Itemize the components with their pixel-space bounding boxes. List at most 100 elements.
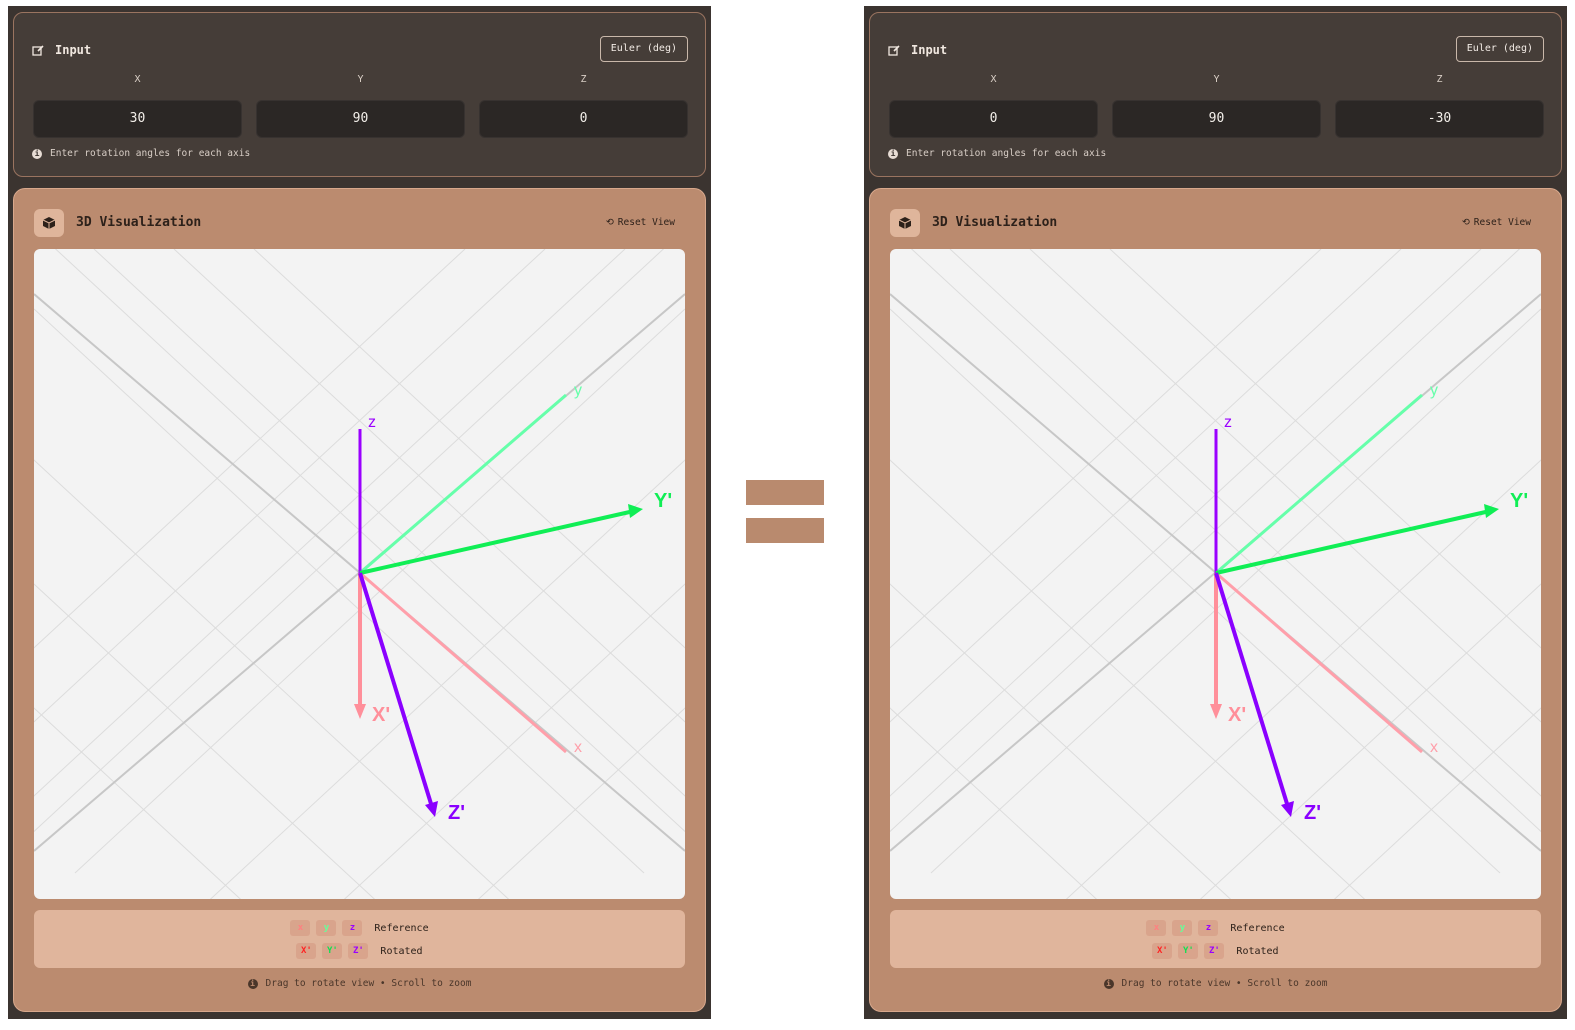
ref-y-label: y (574, 382, 582, 399)
ref-y-axis (359, 393, 567, 575)
z-angle-input[interactable]: -30 (1335, 100, 1544, 138)
legend-chip-zp: Z' (1204, 943, 1225, 959)
legend-chip-yp: Y' (1178, 943, 1199, 959)
visualization-title: 3D Visualization (932, 215, 1058, 230)
input-card: Input Euler (deg) X Y Z 30 90 0 i Enter … (13, 12, 706, 177)
axis-legend: x y z Reference X' Y' Z' Rotated (890, 910, 1541, 968)
euler-mode-button[interactable]: Euler (deg) (1455, 36, 1544, 62)
footer-text: Drag to rotate view • Scroll to zoom (1121, 978, 1328, 989)
x-axis-label: X (990, 74, 997, 85)
legend-chip-x: x (1146, 920, 1167, 936)
legend-chip-zp: Z' (348, 943, 369, 959)
reference-axes (358, 393, 567, 754)
legend-chip-y: y (316, 920, 337, 936)
z-angle-input[interactable]: 0 (479, 100, 688, 138)
footer-text: Drag to rotate view • Scroll to zoom (265, 978, 472, 989)
visualization-title: 3D Visualization (76, 215, 202, 230)
rot-x-arrowhead (354, 704, 366, 719)
y-axis-label: Y (357, 74, 364, 85)
legend-chip-yp: Y' (322, 943, 343, 959)
reset-icon: ⟲ (605, 217, 614, 228)
right-panel: Input Euler (deg) X Y Z 0 90 -30 i Enter… (864, 6, 1567, 1019)
input-header: Input (888, 43, 947, 57)
rot-y-axis (1215, 509, 1491, 575)
edit-icon (888, 44, 900, 56)
legend-chip-z: z (342, 920, 363, 936)
visualization-card: 3D Visualization ⟲ Reset View x y z X' Y… (13, 188, 706, 1012)
equals-sign-top-bar (746, 480, 824, 505)
rot-x-label: X' (372, 704, 390, 726)
legend-rotated-label: Rotated (1236, 945, 1279, 957)
ref-z-label: z (368, 414, 376, 431)
rot-y-label: Y' (1510, 490, 1528, 512)
rot-z-label: Z' (448, 802, 465, 824)
reset-icon: ⟲ (1461, 217, 1470, 228)
cube-icon (890, 209, 920, 237)
legend-rotated-row: X' Y' Z' Rotated (34, 943, 685, 959)
reset-label: Reset View (1473, 217, 1531, 228)
ref-x-label: x (574, 739, 582, 756)
legend-reference-label: Reference (374, 922, 429, 934)
viz-footer: i Drag to rotate view • Scroll to zoom (870, 978, 1561, 989)
rot-x-arrowhead (1210, 704, 1222, 719)
reset-view-button[interactable]: ⟲ Reset View (1462, 217, 1531, 228)
scene-svg: x y z X' Y' Z' (890, 249, 1541, 899)
x-axis-label: X (134, 74, 141, 85)
legend-rotated-label: Rotated (380, 945, 423, 957)
info-icon: i (247, 978, 258, 989)
axis-legend: x y z Reference X' Y' Z' Rotated (34, 910, 685, 968)
ref-x-axis (359, 571, 567, 754)
hint-text: Enter rotation angles for each axis (50, 148, 251, 159)
input-header: Input (32, 43, 91, 57)
rot-z-label: Z' (1304, 802, 1321, 824)
info-icon: i (888, 148, 898, 159)
viz-footer: i Drag to rotate view • Scroll to zoom (14, 978, 705, 989)
x-angle-input[interactable]: 0 (889, 100, 1098, 138)
y-angle-input[interactable]: 90 (256, 100, 465, 138)
ref-z-label: z (1224, 414, 1232, 431)
legend-chip-z: z (1198, 920, 1219, 936)
hint-text: Enter rotation angles for each axis (906, 148, 1107, 159)
input-card: Input Euler (deg) X Y Z 0 90 -30 i Enter… (869, 12, 1562, 177)
edit-icon (32, 44, 44, 56)
reset-view-button[interactable]: ⟲ Reset View (606, 217, 675, 228)
rot-y-label: Y' (654, 490, 672, 512)
left-panel: Input Euler (deg) X Y Z 30 90 0 i Enter … (8, 6, 711, 1019)
3d-canvas[interactable]: x y z X' Y' Z' (34, 249, 685, 899)
legend-chip-x: x (290, 920, 311, 936)
ref-x-label: x (1430, 739, 1438, 756)
info-icon: i (1103, 978, 1114, 989)
x-angle-input[interactable]: 30 (33, 100, 242, 138)
input-title: Input (911, 43, 948, 57)
rot-x-label: X' (1228, 704, 1246, 726)
visualization-card: 3D Visualization ⟲ Reset View x y z X' Y… (869, 188, 1562, 1012)
equals-sign-bottom-bar (746, 518, 824, 543)
legend-chip-y: y (1172, 920, 1193, 936)
reference-axes (1214, 393, 1423, 754)
rotated-axes (1210, 504, 1499, 817)
input-hint: i Enter rotation angles for each axis (888, 148, 1106, 159)
rot-y-axis (359, 509, 635, 575)
z-axis-label: Z (580, 74, 587, 85)
scene-svg: x y z X' Y' Z' (34, 249, 685, 899)
input-hint: i Enter rotation angles for each axis (32, 148, 250, 159)
legend-rotated-row: X' Y' Z' Rotated (890, 943, 1541, 959)
legend-reference-row: x y z Reference (890, 920, 1541, 936)
z-axis-label: Z (1436, 74, 1443, 85)
cube-icon (34, 209, 64, 237)
3d-canvas[interactable]: x y z X' Y' Z' (890, 249, 1541, 899)
ref-y-label: y (1430, 382, 1438, 399)
y-angle-input[interactable]: 90 (1112, 100, 1321, 138)
ref-y-axis (1215, 393, 1423, 575)
legend-reference-row: x y z Reference (34, 920, 685, 936)
legend-chip-xp: X' (296, 943, 317, 959)
info-icon: i (32, 148, 42, 159)
euler-mode-button[interactable]: Euler (deg) (599, 36, 688, 62)
ref-x-axis (1215, 571, 1423, 754)
reset-label: Reset View (617, 217, 675, 228)
rotated-axes (354, 504, 643, 817)
input-title: Input (55, 43, 92, 57)
legend-chip-xp: X' (1152, 943, 1173, 959)
legend-reference-label: Reference (1230, 922, 1285, 934)
y-axis-label: Y (1213, 74, 1220, 85)
